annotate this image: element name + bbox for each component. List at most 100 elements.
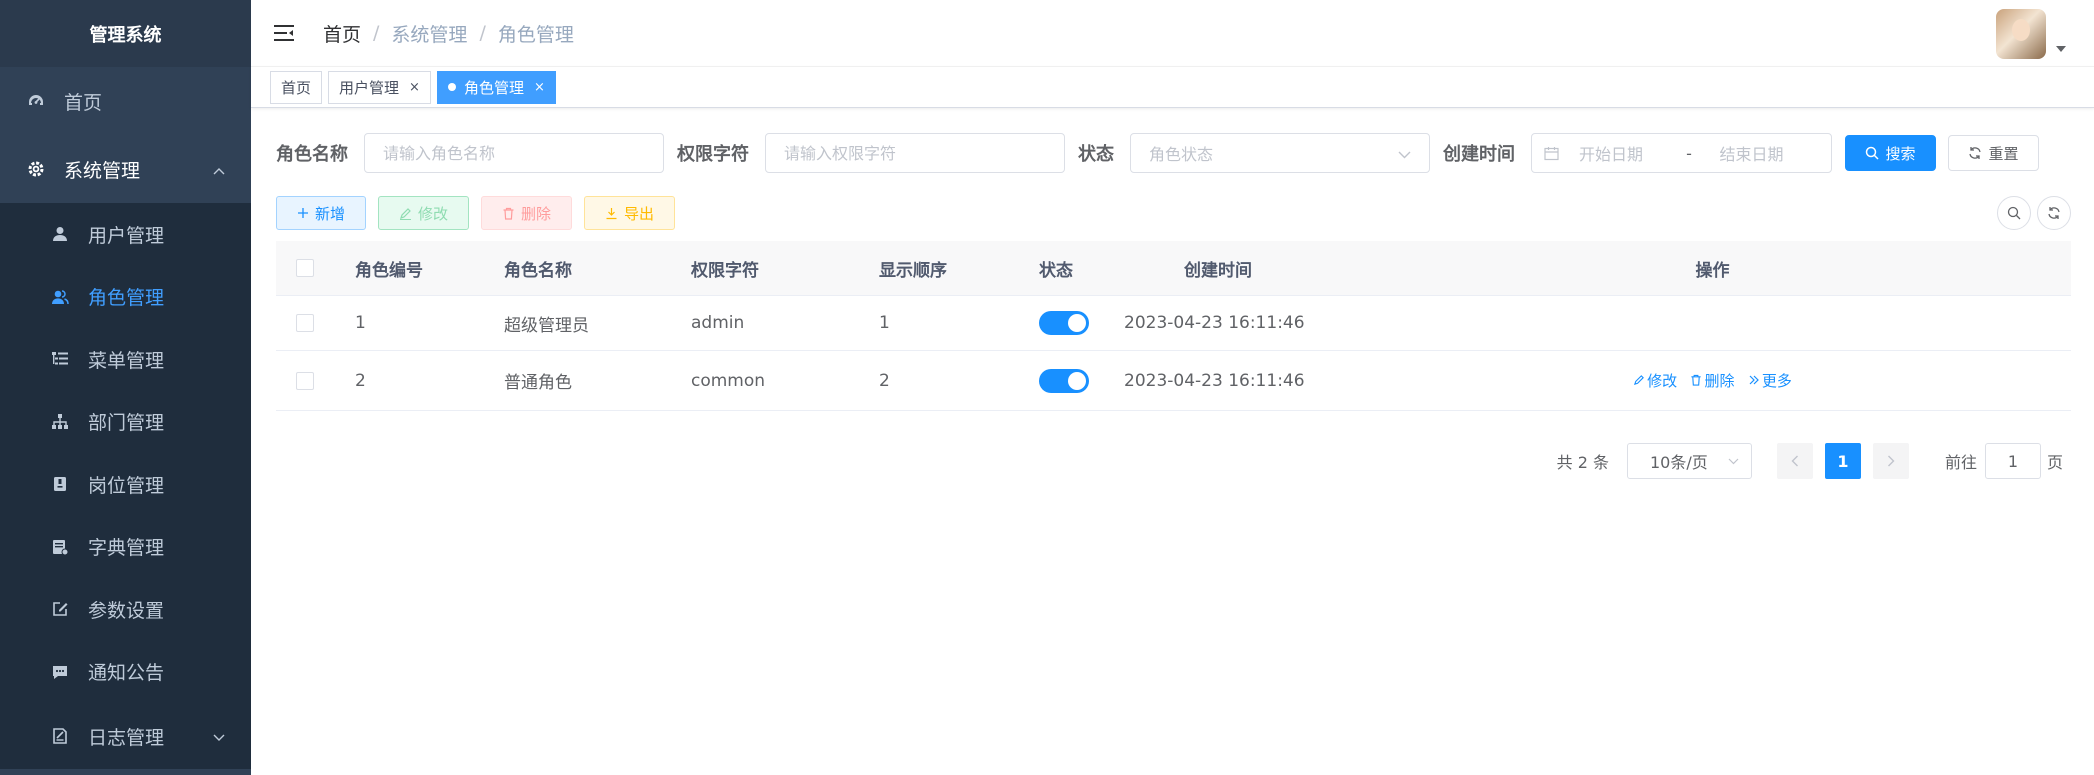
table-row: 1 超级管理员 admin 1 2023-04-23 16:11:46	[276, 296, 2071, 351]
row-select-cell	[276, 314, 334, 332]
row-select-cell	[276, 371, 334, 390]
edit-button[interactable]: 修改	[378, 196, 470, 230]
sidebar-item-roles[interactable]: 角色管理	[0, 266, 251, 329]
select-all-cell	[276, 259, 334, 277]
status-select[interactable]: 角色状态	[1130, 133, 1430, 173]
close-icon[interactable]: ×	[534, 80, 545, 95]
gear-icon	[26, 159, 46, 179]
table-row: 2 普通角色 common 2 2023-04-23 16:11:46 修改 删…	[276, 351, 2071, 411]
hamburger-icon[interactable]	[273, 22, 295, 44]
sidebar-item-notice[interactable]: 通知公告	[0, 641, 251, 704]
header-create-time: 创建时间	[1184, 260, 1252, 281]
edit-icon	[50, 599, 70, 619]
reset-button[interactable]: 重置	[1948, 135, 2039, 171]
sidebar-item-label: 菜单管理	[88, 349, 165, 372]
page-size-select[interactable]: 10条/页	[1626, 443, 1752, 479]
close-icon[interactable]: ×	[409, 80, 420, 95]
search-icon	[1865, 146, 1880, 160]
toolbar: 新增 修改 删除 导出	[276, 195, 2071, 231]
role-name-input[interactable]	[383, 143, 645, 163]
search-button-label: 搜索	[1885, 144, 1916, 163]
message-icon	[50, 662, 70, 682]
status-switch[interactable]	[1039, 311, 1089, 335]
tree-icon	[50, 412, 70, 432]
sidebar-item-depts[interactable]: 部门管理	[0, 391, 251, 454]
header-status: 状态	[1039, 260, 1073, 281]
perm-label: 权限字符	[677, 144, 749, 165]
chevron-right-icon	[1887, 455, 1895, 467]
export-button-label: 导出	[624, 204, 655, 223]
refresh-button[interactable]	[2037, 196, 2071, 230]
breadcrumb-system: 系统管理	[391, 23, 468, 46]
range-separator: -	[1686, 143, 1692, 163]
toggle-search-button[interactable]	[1997, 196, 2031, 230]
avatar[interactable]	[1996, 9, 2046, 59]
cell-sort: 1	[879, 313, 890, 333]
export-button[interactable]: 导出	[584, 196, 676, 230]
pagination: 共 2 条 10条/页 1 前往 页	[1557, 443, 2063, 479]
status-placeholder: 角色状态	[1149, 145, 1214, 164]
page-number-button[interactable]: 1	[1824, 443, 1861, 479]
tag-home[interactable]: 首页	[270, 70, 323, 104]
tag-label: 角色管理	[463, 78, 524, 97]
sidebar-item-label: 角色管理	[88, 287, 165, 310]
goto-page-input[interactable]	[1984, 443, 2041, 479]
row-checkbox[interactable]	[296, 371, 314, 390]
prev-page-button[interactable]	[1776, 443, 1813, 479]
status-label: 状态	[1078, 144, 1114, 165]
cell-role-perm: admin	[691, 313, 745, 333]
end-date-placeholder[interactable]: 结束日期	[1704, 141, 1799, 165]
sidebar-item-label: 通知公告	[88, 662, 165, 685]
perm-input[interactable]	[784, 143, 1046, 163]
row-delete-label: 删除	[1704, 371, 1735, 390]
date-range-picker[interactable]: 开始日期 - 结束日期	[1531, 133, 1832, 173]
chevron-down-icon	[1728, 458, 1739, 465]
perm-input-wrap	[765, 133, 1065, 173]
sidebar-item-dict[interactable]: 字典管理	[0, 516, 251, 579]
delete-button[interactable]: 删除	[481, 196, 573, 230]
table-header: 角色编号 角色名称 权限字符 显示顺序 状态 创建时间 操作	[276, 241, 2071, 296]
status-switch[interactable]	[1039, 368, 1089, 393]
delete-button-label: 删除	[521, 204, 552, 223]
sidebar-item-posts[interactable]: 岗位管理	[0, 453, 251, 516]
dashboard-icon	[26, 91, 46, 111]
row-delete-link[interactable]: 删除	[1690, 370, 1735, 391]
sidebar-item-home[interactable]: 首页	[0, 67, 251, 135]
start-date-placeholder[interactable]: 开始日期	[1579, 141, 1674, 165]
pagination-total: 共 2 条	[1556, 453, 1609, 472]
breadcrumb-current: 角色管理	[497, 23, 574, 46]
chevron-down-icon	[213, 725, 225, 747]
row-checkbox[interactable]	[296, 314, 314, 332]
sidebar-item-logs[interactable]: 日志管理	[0, 703, 251, 769]
refresh-icon	[1968, 146, 1982, 160]
trash-icon	[502, 207, 515, 220]
sidebar-item-label: 字典管理	[88, 537, 165, 560]
sidebar-item-system[interactable]: 系统管理	[0, 135, 251, 203]
search-button[interactable]: 搜索	[1845, 135, 1936, 171]
sidebar-item-label: 日志管理	[88, 726, 165, 749]
page-size-value: 10条/页	[1649, 453, 1708, 472]
tag-users[interactable]: 用户管理 ×	[328, 70, 431, 104]
sidebar-item-config[interactable]: 参数设置	[0, 578, 251, 641]
cell-role-perm: common	[691, 370, 766, 391]
tags-view: 首页 用户管理 × 角色管理 ×	[251, 67, 2094, 108]
add-button[interactable]: 新增	[276, 196, 367, 230]
row-more-link[interactable]: 更多	[1748, 370, 1792, 391]
breadcrumb-separator: /	[373, 22, 380, 44]
header-role-id: 角色编号	[355, 260, 423, 281]
user-dropdown[interactable]	[1996, 9, 2066, 59]
cell-status	[1019, 368, 1124, 393]
row-edit-link[interactable]: 修改	[1633, 370, 1677, 391]
cell-role-id: 1	[355, 313, 366, 333]
next-page-button[interactable]	[1872, 443, 1909, 479]
cell-create-time: 2023-04-23 16:11:46	[1124, 313, 1305, 333]
sidebar: 管理系统 首页 系统管理 用户管理 角色管理 菜单管理 部门管理 岗位管理 字典…	[0, 0, 251, 775]
user-icon	[50, 224, 70, 244]
breadcrumb: 首页 / 系统管理 / 角色管理	[323, 20, 574, 47]
tag-roles[interactable]: 角色管理 ×	[436, 70, 556, 104]
sidebar-item-users[interactable]: 用户管理	[0, 203, 251, 266]
sidebar-item-menus[interactable]: 菜单管理	[0, 328, 251, 391]
select-all-checkbox[interactable]	[296, 259, 314, 277]
breadcrumb-home[interactable]: 首页	[323, 20, 361, 47]
refresh-icon	[2047, 206, 2061, 220]
